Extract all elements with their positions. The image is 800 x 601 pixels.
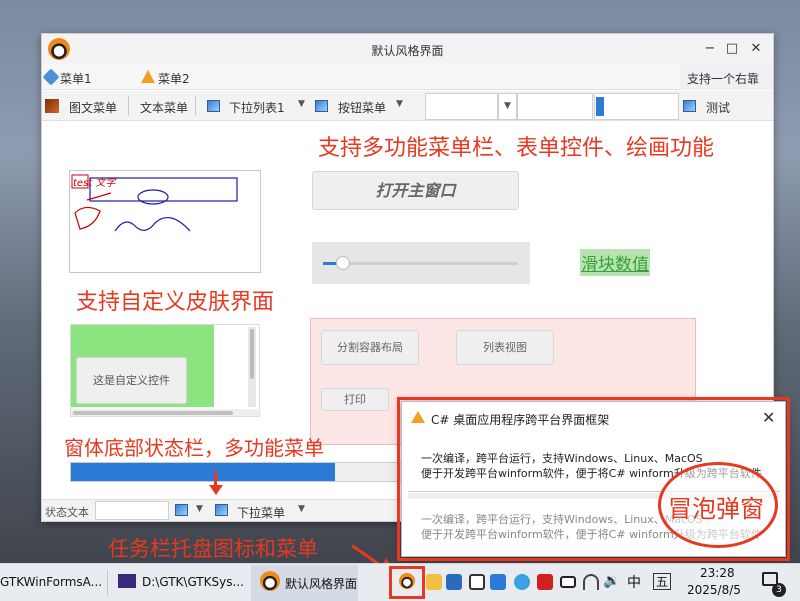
menu-bar: 菜单1 菜单2 支持一个右靠: [42, 64, 773, 90]
horizontal-scroll-thumb[interactable]: [73, 411, 233, 415]
status-text: 状态文本: [45, 506, 89, 519]
shield-icon[interactable]: [469, 574, 485, 590]
picture-icon: [315, 100, 328, 112]
menu-item-2[interactable]: 菜单2: [158, 70, 190, 87]
notification-count-badge: 3: [772, 583, 786, 597]
chevron-down-icon[interactable]: ▼: [196, 504, 203, 514]
heading-skin: 支持自定义皮肤界面: [76, 290, 275, 315]
volume-icon[interactable]: 🔉: [603, 573, 620, 589]
slider-track: [323, 262, 518, 265]
tray-app-icon[interactable]: [399, 573, 415, 589]
test-label[interactable]: 测试: [706, 99, 730, 116]
toolbar-combo-input[interactable]: [517, 93, 593, 120]
status-input[interactable]: [95, 501, 169, 520]
status-dropdown-menu[interactable]: 下拉菜单: [237, 504, 285, 521]
print-button[interactable]: 打印: [321, 388, 389, 411]
heading-statusbar: 窗体底部状态栏，多功能菜单: [64, 436, 324, 460]
chevron-down-icon[interactable]: ▼: [298, 99, 305, 109]
clock-time[interactable]: 23:28: [700, 566, 735, 580]
bubble-caption: 冒泡弹窗: [668, 495, 764, 523]
slider-panel: [312, 242, 530, 284]
chevron-down-icon[interactable]: ▼: [298, 504, 305, 514]
status-progress-fill: [71, 463, 335, 481]
vertical-scrollbar[interactable]: [248, 327, 256, 407]
security-icon[interactable]: [537, 574, 553, 590]
clock-date[interactable]: 2025/8/5: [687, 583, 741, 597]
button-menu[interactable]: 按钮菜单: [338, 99, 386, 116]
taskbar-app-3[interactable]: 默认风格界面: [285, 575, 357, 592]
heading-features: 支持多功能菜单栏、表单控件、绘画功能: [318, 136, 715, 161]
slider-value-label: 滑块数值: [580, 249, 650, 276]
battery-icon[interactable]: [560, 576, 576, 588]
drawing-canvas[interactable]: test 文字: [69, 170, 261, 273]
divider: [128, 96, 129, 116]
picture-icon: [215, 504, 228, 516]
custom-panel: 这是自定义控件: [70, 324, 261, 417]
close-button[interactable]: ✕: [744, 40, 768, 58]
drawing-text: test 文字: [73, 178, 116, 189]
tray-caption: 任务栏托盘图标和菜单: [108, 537, 318, 561]
toolbar-progress-fill: [596, 97, 604, 116]
network-app-icon[interactable]: [446, 574, 462, 590]
list-view-button[interactable]: 列表视图: [456, 330, 554, 365]
picture-icon: [207, 100, 220, 112]
title-bar: 默认风格界面 − □ ✕: [42, 34, 773, 64]
menu-item-right[interactable]: 支持一个右靠: [687, 70, 759, 87]
taskbar-app-1[interactable]: GTKWinFormsA...: [0, 575, 102, 589]
wifi-icon[interactable]: [583, 574, 599, 590]
picture-icon: [683, 100, 696, 112]
split-container-button[interactable]: 分割容器布局: [321, 330, 419, 365]
text-menu[interactable]: 文本菜单: [140, 99, 188, 116]
toolbar-text-input[interactable]: [425, 93, 498, 120]
horizontal-scrollbar[interactable]: [71, 409, 261, 416]
ime-mode[interactable]: 五: [653, 573, 671, 590]
chevron-down-icon[interactable]: ▼: [498, 93, 517, 120]
minimize-button[interactable]: −: [698, 40, 722, 58]
diamond-icon: [42, 68, 60, 86]
maximize-button[interactable]: □: [720, 40, 744, 58]
image-menu-icon: [45, 99, 59, 113]
status-progress-bar: [70, 462, 410, 482]
toolbar: 图文菜单 文本菜单 下拉列表1 ▼ 按钮菜单 ▼ ▼ 测试: [42, 91, 773, 121]
wps-icon[interactable]: [490, 574, 506, 590]
bluetooth-icon[interactable]: [514, 574, 530, 590]
taskbar-app-2[interactable]: D:\GTK\GTKSys...: [142, 575, 244, 589]
picture-icon: [175, 504, 188, 516]
app-logo-icon: [260, 571, 280, 591]
image-menu[interactable]: 图文菜单: [69, 99, 117, 116]
dropdown-list[interactable]: 下拉列表1: [229, 99, 285, 116]
toolbar-progress: [594, 93, 679, 120]
slider-thumb[interactable]: [336, 256, 350, 270]
ime-language[interactable]: 中: [627, 572, 641, 592]
menu-item-1[interactable]: 菜单1: [60, 70, 92, 87]
divider: [195, 96, 196, 116]
divider: [107, 570, 108, 596]
user-icon[interactable]: [426, 574, 442, 590]
open-main-window-button[interactable]: 打开主窗口: [312, 171, 519, 210]
terminal-icon: [118, 574, 136, 588]
chevron-down-icon[interactable]: ▼: [396, 99, 403, 109]
warning-icon: [141, 70, 155, 83]
window-title: 默认风格界面: [371, 44, 444, 58]
vertical-scroll-thumb[interactable]: [250, 329, 254, 379]
custom-control-button[interactable]: 这是自定义控件: [76, 357, 187, 404]
arrow-down-icon: [209, 485, 223, 495]
